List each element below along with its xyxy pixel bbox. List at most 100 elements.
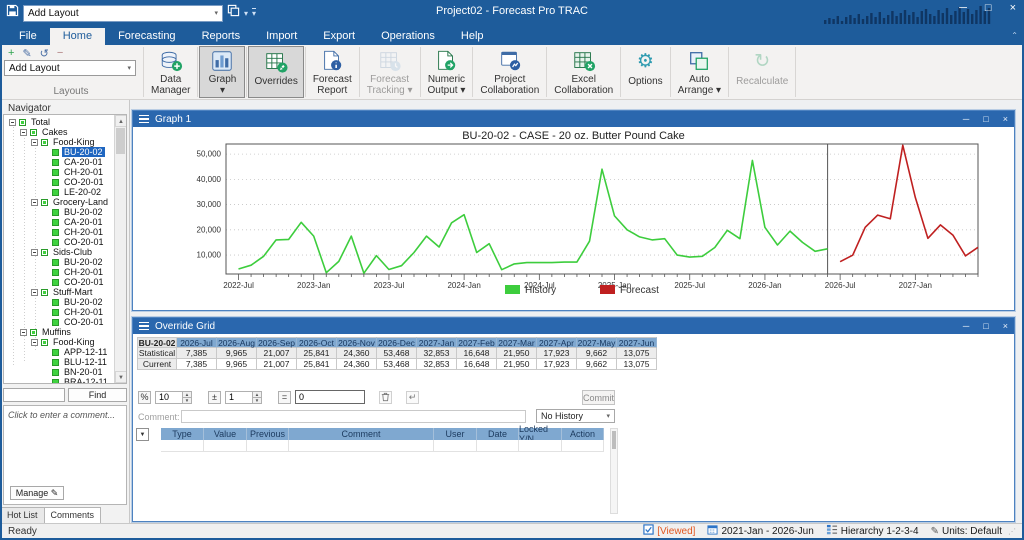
window-menu-icon[interactable] [139,115,149,123]
tab-export[interactable]: Export [310,28,368,45]
find-input[interactable] [3,388,65,402]
tab-home[interactable]: Home [50,28,105,45]
grid-cell[interactable]: 13,075 [617,348,657,359]
tree-node-food-king[interactable]: Food-King [4,337,113,347]
tree-scrollbar[interactable]: ▲ ▼ [114,115,126,383]
scroll-up-icon[interactable]: ▲ [115,115,127,127]
plusminus-input[interactable] [225,391,253,404]
minimize-button[interactable]: ─ [963,321,969,331]
override-comment-input[interactable] [181,410,526,423]
tab-reports[interactable]: Reports [189,28,254,45]
status-item-hierarchy[interactable]: Hierarchy 1-2-3-4 [826,524,919,538]
override-grid-table[interactable]: BU-20-022026-Jul2026-Aug2026-Sep2026-Oct… [137,337,657,370]
scrollbar-thumb[interactable] [612,431,616,449]
layouts-combo[interactable]: Add Layout ▾ [4,60,136,76]
graph-window-titlebar[interactable]: Graph 1 ─ □ × [133,111,1014,127]
grid-cell[interactable]: 21,950 [497,348,537,359]
action-column-previous[interactable]: Previous [247,428,289,440]
close-button[interactable]: × [1003,321,1008,331]
tree-node-app-12-11[interactable]: APP-12-11 [4,347,113,357]
collapse-ribbon-icon[interactable]: ⌃ [1011,31,1018,40]
maximize-button[interactable]: □ [983,114,988,124]
tree-node-ch-20-01[interactable]: CH-20-01 [4,307,113,317]
scrollbar-thumb[interactable] [116,128,125,154]
grid-cell[interactable]: 21,950 [497,359,537,370]
window-menu-icon[interactable] [139,322,149,330]
equals-button[interactable]: = [278,391,291,404]
maximize-button[interactable]: □ [985,2,992,14]
tree-node-bu-20-02[interactable]: BU-20-02 [4,257,113,267]
collapse-icon[interactable] [9,119,16,126]
grid-cell[interactable]: 24,360 [337,359,377,370]
tree-node-co-20-01[interactable]: CO-20-01 [4,177,113,187]
tree-node-grocery-land[interactable]: Grocery-Land [4,197,113,207]
auto-arrange-button[interactable]: Auto Arrange ▾ [672,46,727,98]
grid-cell[interactable]: 9,965 [217,348,257,359]
history-select[interactable]: No History ▾ [536,409,615,423]
nav-tab-comments[interactable]: Comments [45,507,102,524]
collapse-icon[interactable] [31,139,38,146]
collapse-icon[interactable] [20,129,27,136]
action-column-date[interactable]: Date [477,428,519,440]
plusminus-button[interactable]: ± [208,391,221,404]
tree-node-co-20-01[interactable]: CO-20-01 [4,237,113,247]
collapse-icon[interactable] [31,199,38,206]
tree-node-sids-club[interactable]: Sids-Club [4,247,113,257]
grid-cell[interactable]: 9,662 [577,359,617,370]
grid-cell[interactable]: 7,385 [177,348,217,359]
grid-cell[interactable]: 17,923 [537,348,577,359]
minimize-button[interactable]: ─ [963,114,969,124]
undo-layout-icon[interactable]: ↺ [40,47,49,60]
tab-forecasting[interactable]: Forecasting [105,28,188,45]
tree-node-stuff-mart[interactable]: Stuff-Mart [4,287,113,297]
graph-button[interactable]: Graph ▾ [199,46,245,98]
tree-node-food-king[interactable]: Food-King [4,137,113,147]
collapse-icon[interactable] [31,289,38,296]
action-column-comment[interactable]: Comment [289,428,434,440]
action-column-value[interactable]: Value [204,428,247,440]
tab-file[interactable]: File [6,28,50,45]
tree-node-co-20-01[interactable]: CO-20-01 [4,277,113,287]
grid-cell[interactable]: 53,468 [377,359,417,370]
tree-node-ch-20-01[interactable]: CH-20-01 [4,267,113,277]
tree-node-total[interactable]: Total [4,117,113,127]
action-column-type[interactable]: Type [161,428,204,440]
action-table-scrollbar[interactable] [610,428,618,514]
grid-cell[interactable]: 17,923 [537,359,577,370]
tree-node-ch-20-01[interactable]: CH-20-01 [4,227,113,237]
tree-node-bu-20-02[interactable]: BU-20-02 [4,207,113,217]
grid-cell[interactable]: 32,853 [417,348,457,359]
status-item-viewed-checkbox[interactable]: [Viewed] [643,524,695,538]
action-column-locked-y-n[interactable]: Locked Y/N [519,428,562,440]
scroll-down-icon[interactable]: ▼ [115,371,127,383]
tree-node-ca-20-01[interactable]: CA-20-01 [4,157,113,167]
data-manager-button[interactable]: Data Manager [145,46,196,98]
numeric-output-button[interactable]: Numeric Output ▾ [422,46,472,98]
grid-cell[interactable]: 9,965 [217,359,257,370]
grid-cell[interactable]: 16,648 [457,359,497,370]
forecast-report-button[interactable]: Forecast Report [307,46,358,98]
tree-node-ca-20-01[interactable]: CA-20-01 [4,217,113,227]
tab-import[interactable]: Import [253,28,310,45]
equals-input[interactable] [295,390,365,404]
percent-button[interactable]: % [138,391,151,404]
grid-cell[interactable]: 13,075 [617,359,657,370]
grid-cell[interactable]: 7,385 [177,359,217,370]
collapse-icon[interactable] [20,329,27,336]
close-button[interactable]: × [1003,114,1008,124]
apply-override-button[interactable]: ↵ [406,391,419,404]
spin-up-icon[interactable]: ▲ [253,391,262,398]
action-column-user[interactable]: User [434,428,477,440]
minimize-button[interactable]: ─ [959,2,967,14]
resize-grip[interactable]: ⋰ [1008,527,1016,536]
tab-help[interactable]: Help [448,28,497,45]
delete-override-button[interactable] [379,391,392,404]
grid-cell[interactable]: 24,360 [337,348,377,359]
nav-tab-hot-list[interactable]: Hot List [0,507,45,524]
tree-node-bra-12-11[interactable]: BRA-12-11 [4,377,113,384]
tree-node-co-20-01[interactable]: CO-20-01 [4,317,113,327]
tree-node-muffins[interactable]: Muffins [4,327,113,337]
comment-box[interactable]: Click to enter a comment... Manage ✎ [3,405,127,505]
find-button[interactable]: Find [68,388,127,402]
action-column-action[interactable]: Action [562,428,604,440]
